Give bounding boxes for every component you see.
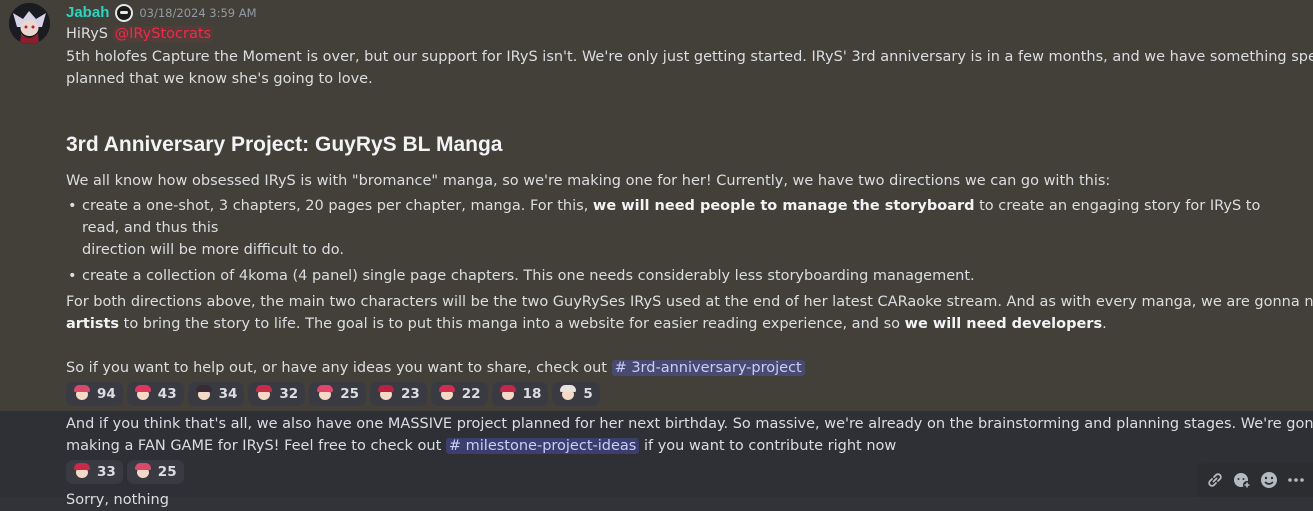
message2-line1: And if you think that's all, we also hav… (66, 416, 1313, 432)
reaction-button[interactable]: 32 (248, 382, 306, 406)
reaction-emoji-10 (73, 463, 91, 481)
paragraph-1: We all know how obsessed IRyS is with "b… (66, 173, 1111, 189)
user-badge-icon (115, 4, 134, 22)
user-avatar[interactable] (9, 3, 50, 44)
reaction-button[interactable]: 25 (126, 460, 184, 484)
reaction-button[interactable]: 34 (187, 382, 245, 406)
channel-link-anniversary[interactable]: # 3rd-anniversary-project (611, 360, 805, 376)
more-options-icon[interactable] (1285, 469, 1307, 491)
list-item: create a collection of 4koma (4 panel) s… (66, 265, 1281, 287)
greeting-line: HiRyS @IRyStocrats (66, 23, 214, 45)
next-message-text: Sorry, nothing (66, 492, 169, 508)
emoji-icon[interactable] (1258, 469, 1280, 491)
reaction-emoji-8 (499, 385, 517, 403)
para2-mid: to bring the story to life. The goal is … (119, 316, 905, 332)
para2-end: . (1102, 316, 1107, 332)
reaction-emoji-11 (134, 463, 152, 481)
bullet1-pre: create a one-shot, 3 chapters, 20 pages … (82, 198, 593, 214)
channel-link-milestone[interactable]: # milestone-project-ideas (445, 438, 640, 454)
para2-bold-developers: we will need developers (904, 316, 1103, 332)
reaction-emoji-4 (255, 385, 273, 403)
greeting-text: HiRyS (66, 26, 108, 42)
reaction-count: 32 (279, 386, 299, 402)
reaction-emoji-5 (316, 385, 334, 403)
intro-text: 5th holofes Capture the Moment is over, … (66, 49, 1313, 65)
direction-list: create a one-shot, 3 chapters, 20 pages … (66, 195, 1281, 287)
message2-line2: making a FAN GAME for IRyS! Feel free to… (66, 435, 896, 457)
reaction-button[interactable]: 23 (369, 382, 427, 406)
para3-text: So if you want to help out, or have any … (66, 360, 612, 376)
reactions-bar-2: 33 25 (66, 460, 184, 484)
reaction-count: 34 (218, 386, 238, 402)
reaction-emoji-7 (438, 385, 456, 403)
list-item: create a one-shot, 3 chapters, 20 pages … (66, 195, 1281, 261)
reaction-count: 94 (97, 386, 116, 402)
reaction-button[interactable]: 5 (552, 382, 600, 406)
reaction-emoji-6 (377, 385, 395, 403)
role-mention[interactable]: @IRyStocrats (112, 26, 214, 42)
message-toolbar (1198, 463, 1313, 497)
paragraph-2-line2: artists to bring the story to life. The … (66, 313, 1107, 335)
reaction-button[interactable]: 25 (309, 382, 366, 406)
bullet1-line2: direction will be more difficult to do. (82, 242, 344, 258)
link-icon[interactable] (1204, 469, 1226, 491)
reaction-count: 33 (97, 464, 116, 480)
bullet2-text: create a collection of 4koma (4 panel) s… (82, 268, 975, 284)
timestamp[interactable]: 03/18/2024 3:59 AM (139, 2, 256, 24)
section-heading: 3rd Anniversary Project: GuyRyS BL Manga (66, 133, 503, 156)
username[interactable]: Jabah (66, 2, 109, 24)
reaction-count: 22 (461, 386, 481, 402)
paragraph-2-line1: For both directions above, the main two … (66, 294, 1313, 310)
reaction-button[interactable]: 43 (126, 382, 184, 406)
intro-text-2: planned that we know she's going to love… (66, 71, 373, 87)
reaction-button[interactable]: 94 (66, 382, 123, 406)
reaction-emoji-3 (195, 385, 213, 403)
bullet1-bold: we will need people to manage the storyb… (592, 198, 975, 214)
message-header: Jabah 03/18/2024 3:59 AM (66, 2, 257, 24)
reactions-bar: 94 43 34 32 25 23 22 18 5 (66, 382, 600, 406)
reaction-count: 25 (340, 386, 359, 402)
reaction-button[interactable]: 33 (66, 460, 123, 484)
reaction-emoji-2 (134, 385, 152, 403)
reaction-count: 18 (522, 386, 542, 402)
reaction-emoji-9 (559, 385, 577, 403)
message2-line2-pre: making a FAN GAME for IRyS! Feel free to… (66, 438, 446, 454)
reaction-count: 25 (157, 464, 177, 480)
reaction-count: 5 (583, 386, 593, 402)
add-reaction-icon[interactable] (1231, 469, 1253, 491)
reaction-button[interactable]: 22 (430, 382, 488, 406)
reaction-emoji-1 (73, 385, 91, 403)
reaction-button[interactable]: 18 (491, 382, 549, 406)
message2-line2-post: if you want to contribute right now (639, 438, 897, 454)
reaction-count: 43 (157, 386, 177, 402)
para2-bold-artists: artists (66, 316, 120, 332)
paragraph-3: So if you want to help out, or have any … (66, 357, 805, 379)
reaction-count: 23 (400, 386, 420, 402)
